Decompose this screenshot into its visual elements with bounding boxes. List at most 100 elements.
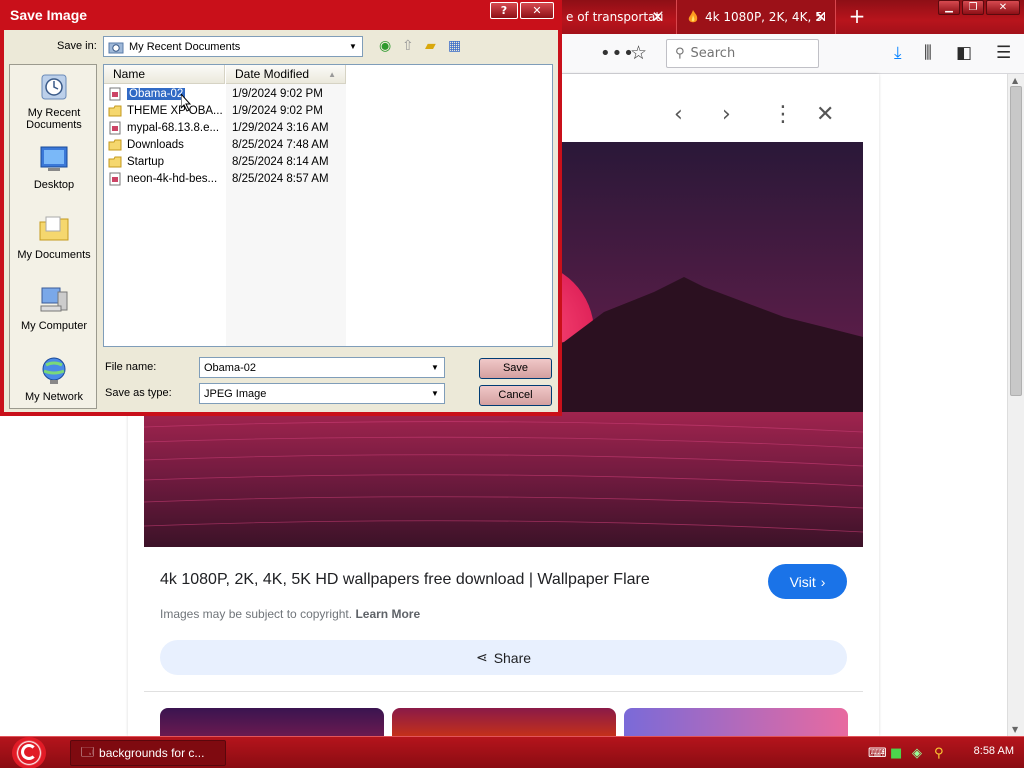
dialog-body: Save in: My Recent Documents ▼ ◉ ⇧ ▰ ▦ M… <box>4 30 558 412</box>
file-row[interactable]: Downloads 8/25/2024 7:48 AM <box>104 137 346 154</box>
chevron-down-icon: ▼ <box>431 389 439 398</box>
download-icon[interactable]: ⤓ <box>894 43 902 63</box>
chevron-down-icon[interactable]: ▼ <box>428 360 442 375</box>
desktop-icon <box>40 146 68 171</box>
file-row[interactable]: mypal-68.13.8.e... 1/29/2024 3:16 AM <box>104 120 346 137</box>
file-row[interactable]: Obama-02 1/9/2024 9:02 PM <box>104 86 346 103</box>
file-row[interactable]: neon-4k-hd-bes... 8/25/2024 8:57 AM <box>104 171 346 188</box>
file-row[interactable]: Startup 8/25/2024 8:14 AM <box>104 154 346 171</box>
more-options-icon[interactable]: ⋮ <box>772 102 794 127</box>
save-in-dropdown[interactable]: My Recent Documents ▼ <box>103 36 363 57</box>
column-header-name[interactable]: Name <box>104 65 225 84</box>
file-name-field[interactable]: Obama-02 ▼ <box>199 357 445 378</box>
bookmark-star-icon[interactable]: ☆ <box>630 42 647 64</box>
new-tab-button[interactable]: + <box>846 4 868 28</box>
sort-ascending-icon: ▲ <box>328 70 336 79</box>
scroll-up-icon[interactable]: ▲ <box>1012 76 1018 85</box>
column-header-date[interactable]: Date Modified ▲ <box>226 65 346 84</box>
file-row[interactable]: THEME XP OBA... 1/9/2024 9:02 PM <box>104 103 346 120</box>
next-icon[interactable]: › <box>722 102 731 127</box>
file-name: Startup <box>127 156 165 168</box>
menu-icon[interactable]: ☰ <box>996 43 1011 63</box>
close-tab-icon[interactable]: ✕ <box>651 8 664 26</box>
new-folder-icon[interactable]: ▰ <box>425 38 436 54</box>
save-image-dialog: Save Image ? ✕ Save in: My Recent Docume… <box>0 0 562 416</box>
learn-more-link[interactable]: Learn More <box>355 607 420 621</box>
dialog-titlebar[interactable]: Save Image ? ✕ <box>0 0 562 30</box>
status-icon[interactable]: ■ <box>890 746 906 761</box>
folder-icon <box>39 216 69 241</box>
file-name: mypal-68.13.8.e... <box>127 122 220 134</box>
tab-label: e of transportati <box>566 10 664 24</box>
visit-button[interactable]: Visit › <box>768 564 847 599</box>
cancel-button[interactable]: Cancel <box>479 385 552 406</box>
place-my-network[interactable]: My Network <box>10 355 98 403</box>
save-as-type-label: Save as type: <box>105 387 172 399</box>
clock[interactable]: 8:58 AM <box>974 745 1014 757</box>
related-image-thumbnail[interactable] <box>624 708 848 736</box>
back-icon[interactable]: ◉ <box>379 38 391 54</box>
search-placeholder: Search <box>690 46 736 61</box>
mouse-cursor-icon <box>181 94 191 112</box>
related-image-thumbnail[interactable] <box>392 708 616 736</box>
start-button[interactable] <box>12 737 46 768</box>
place-desktop[interactable]: Desktop <box>10 143 98 191</box>
copyright-notice: Images may be subject to copyright. Lear… <box>160 607 420 621</box>
image-file-icon <box>109 172 121 186</box>
share-icon: ⋖ <box>475 649 488 665</box>
folder-icon <box>108 105 122 117</box>
recent-documents-icon <box>108 42 124 53</box>
up-folder-icon[interactable]: ⇧ <box>402 38 414 54</box>
related-image-thumbnail[interactable] <box>160 708 384 736</box>
image-file-icon <box>109 121 121 135</box>
minimize-button[interactable]: ▁ <box>938 0 960 15</box>
search-tray-icon[interactable]: ⚲ <box>934 746 950 761</box>
place-recent-documents[interactable]: My Recent Documents <box>10 71 98 131</box>
scroll-down-icon[interactable]: ▼ <box>1012 725 1018 734</box>
save-button[interactable]: Save <box>479 358 552 379</box>
image-file-icon <box>109 87 121 101</box>
library-icon[interactable]: ⫼ <box>924 43 932 63</box>
window-close-button[interactable]: ✕ <box>986 0 1020 15</box>
file-name: Downloads <box>127 139 184 151</box>
scrollbar-thumb[interactable] <box>1010 86 1022 396</box>
file-date: 1/9/2024 9:02 PM <box>232 88 323 100</box>
restore-button[interactable]: ❐ <box>962 0 984 15</box>
folder-icon <box>108 156 122 168</box>
place-my-computer[interactable]: My Computer <box>10 284 98 332</box>
page-scrollbar[interactable]: ▲ ▼ <box>1007 74 1024 736</box>
result-title[interactable]: 4k 1080P, 2K, 4K, 5K HD wallpapers free … <box>160 571 650 589</box>
tab-wallpaper[interactable]: 4k 1080P, 2K, 4K, 5K ✕ <box>676 0 836 34</box>
save-as-type-value: JPEG Image <box>204 387 267 400</box>
close-viewer-icon[interactable]: ✕ <box>816 102 834 127</box>
save-in-value: My Recent Documents <box>129 40 241 53</box>
taskbar-item-browser[interactable]: 🗔 backgrounds for c... <box>70 740 226 766</box>
help-button[interactable]: ? <box>490 2 518 19</box>
taskbar: 🗔 backgrounds for c... ⌨ ■ ◈ ⚲ 8:58 AM <box>0 736 1024 768</box>
tab-transportation[interactable]: e of transportati ✕ <box>556 0 674 34</box>
place-label: My Network <box>24 391 84 403</box>
sidebar-icon[interactable]: ◧ <box>956 43 972 63</box>
close-tab-icon[interactable]: ✕ <box>814 8 827 26</box>
place-label: My Recent Documents <box>26 107 82 131</box>
dialog-close-button[interactable]: ✕ <box>520 2 554 19</box>
computer-icon <box>40 287 68 312</box>
view-menu-icon[interactable]: ▦ <box>448 38 461 54</box>
places-bar: My Recent Documents Desktop My Documents… <box>9 64 97 409</box>
save-as-type-dropdown[interactable]: JPEG Image ▼ <box>199 383 445 404</box>
file-date: 1/9/2024 9:02 PM <box>232 105 323 117</box>
file-name: Obama-02 <box>127 88 186 100</box>
copyright-text: Images may be subject to copyright. <box>160 607 353 621</box>
search-input[interactable]: ⚲ Search <box>666 39 819 68</box>
chevron-right-icon: › <box>820 573 826 590</box>
previous-icon[interactable]: ‹ <box>674 102 683 127</box>
browser-window-controls: ▁ ❐ ✕ <box>938 0 1020 15</box>
share-button[interactable]: ⋖ Share <box>160 640 847 675</box>
security-icon[interactable]: ◈ <box>912 746 928 761</box>
file-list: Name Date Modified ▲ Obama-02 1/9/2024 9… <box>103 64 553 347</box>
file-name-label: File name: <box>105 361 157 373</box>
place-my-documents[interactable]: My Documents <box>10 213 98 261</box>
keyboard-icon[interactable]: ⌨ <box>868 746 887 761</box>
file-date: 8/25/2024 8:14 AM <box>232 156 329 168</box>
divider <box>144 691 863 692</box>
